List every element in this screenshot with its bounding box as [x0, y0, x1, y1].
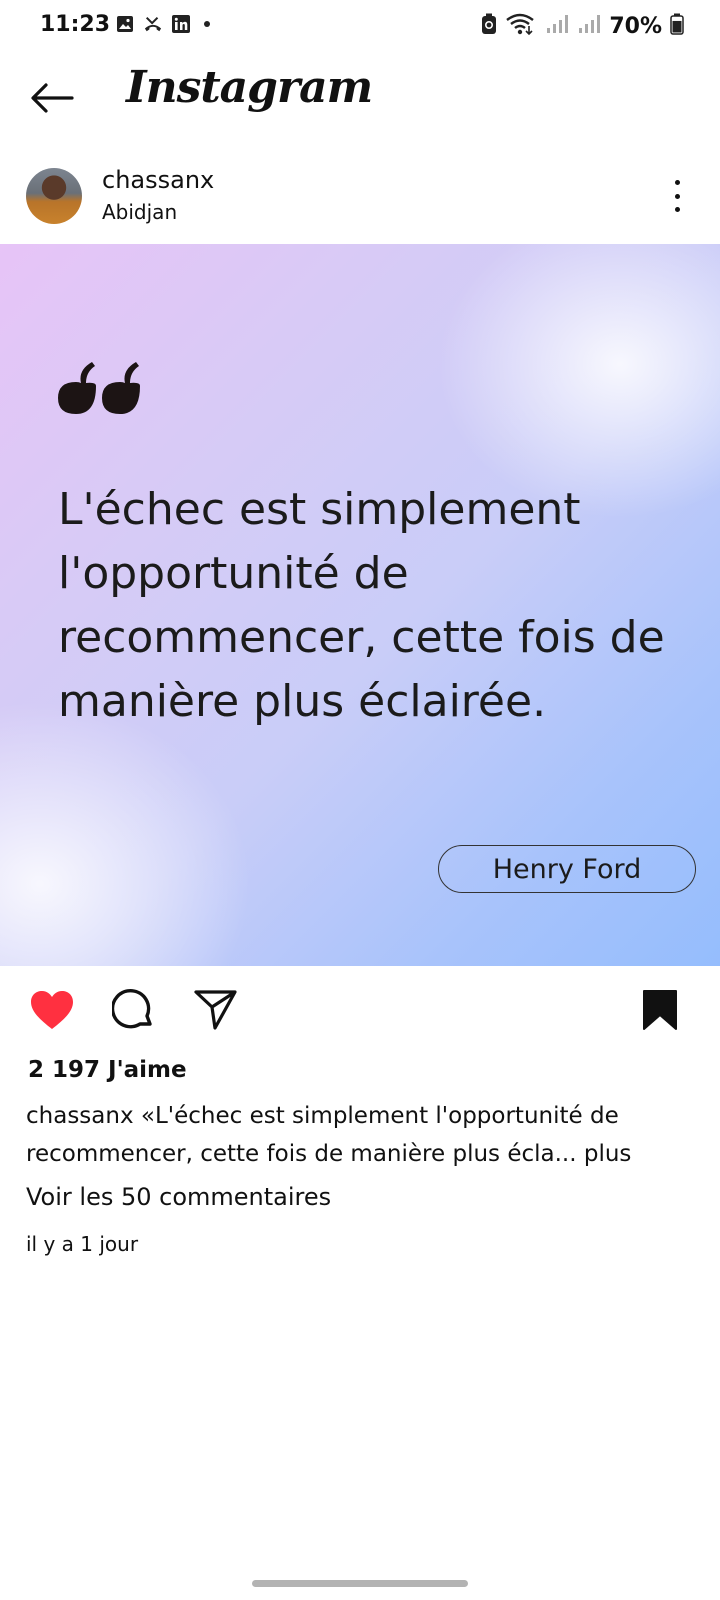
arrow-left-icon — [31, 83, 74, 113]
back-button[interactable] — [28, 74, 76, 122]
likes-count[interactable]: 2 197 J'aime — [28, 1057, 187, 1083]
more-dot — [674, 207, 680, 212]
status-bar: 11:23 70% — [0, 0, 720, 52]
status-notification-icons — [116, 15, 210, 33]
quote-author: Henry Ford — [438, 845, 696, 893]
battery-saver-icon — [481, 13, 497, 39]
post-caption[interactable]: chassanx «L'échec est simplement l'oppor… — [26, 1097, 696, 1173]
app-title: Instagram — [126, 62, 373, 113]
status-time: 11:23 — [40, 12, 111, 37]
signal-icon — [545, 13, 569, 39]
like-button[interactable] — [28, 986, 76, 1034]
caption-username[interactable]: chassanx — [26, 1103, 134, 1129]
battery-percent: 70% — [609, 13, 662, 39]
home-indicator[interactable] — [252, 1580, 468, 1587]
heart-filled-icon — [31, 991, 73, 1029]
quote-mark-icon — [58, 362, 140, 414]
post-timestamp: il y a 1 jour — [26, 1232, 139, 1256]
missed-call-icon — [144, 15, 162, 33]
send-icon — [194, 990, 237, 1030]
comment-button[interactable] — [110, 986, 158, 1034]
linkedin-icon — [172, 15, 190, 33]
signal-icon — [577, 13, 601, 39]
notification-dot — [204, 21, 210, 27]
status-system-icons: 70% — [481, 12, 684, 40]
comment-icon — [112, 988, 152, 1029]
post-actions — [0, 976, 720, 1040]
more-dot — [674, 180, 680, 185]
wifi-icon — [505, 12, 537, 40]
avatar[interactable] — [26, 168, 82, 224]
battery-icon — [670, 13, 684, 39]
quote-text: L'échec est simplement l'opportunité de … — [58, 484, 665, 727]
post-location[interactable]: Abidjan — [102, 200, 177, 224]
more-options-button[interactable] — [662, 174, 692, 218]
view-comments-link[interactable]: Voir les 50 commentaires — [26, 1183, 331, 1211]
caption-more-link[interactable]: plus — [584, 1141, 632, 1167]
share-button[interactable] — [192, 986, 240, 1034]
app-bar: Instagram — [0, 52, 720, 148]
bookmark-filled-icon — [643, 990, 677, 1030]
post-header: chassanx Abidjan — [0, 160, 720, 232]
more-dot — [674, 193, 680, 199]
save-button[interactable] — [636, 986, 684, 1034]
post-image[interactable]: L'échec est simplement l'opportunité de … — [0, 244, 720, 966]
gallery-icon — [116, 15, 134, 33]
post-username[interactable]: chassanx — [102, 166, 214, 194]
